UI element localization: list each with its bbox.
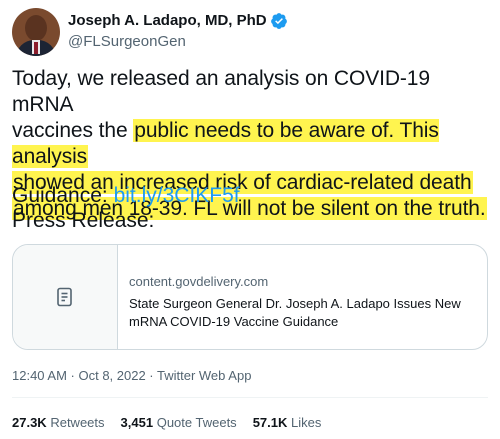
avatar[interactable] <box>12 8 60 56</box>
author-name-row: Joseph A. Ladapo, MD, PhD <box>68 11 288 31</box>
retweets-label: Retweets <box>50 415 105 430</box>
quote-tweets-stat[interactable]: 3,451 Quote Tweets <box>121 415 237 430</box>
tweet-line: vaccines the public needs to be aware of… <box>12 118 490 170</box>
verified-badge-icon <box>270 13 287 29</box>
divider <box>12 397 488 398</box>
retweets-stat[interactable]: 27.3K Retweets <box>12 415 105 430</box>
guidance-line: Guidance: bit.ly/3CIKF5f <box>12 183 240 209</box>
guidance-label: Guidance: <box>12 184 108 207</box>
retweets-count: 27.3K <box>12 415 47 430</box>
quote-tweets-label: Quote Tweets <box>156 415 237 430</box>
avatar-tie <box>34 42 38 54</box>
guidance-link[interactable]: bit.ly/3CIKF5f <box>114 184 240 207</box>
author-name[interactable]: Joseph A. Ladapo, MD, PhD <box>68 11 267 31</box>
card-text: content.govdelivery.com State Surgeon Ge… <box>129 273 479 331</box>
tweet: Joseph A. Ladapo, MD, PhD @FLSurgeonGen … <box>0 0 500 439</box>
tweet-timestamp[interactable]: 12:40 AM · Oct 8, 2022 · Twitter Web App <box>12 368 251 383</box>
tweet-text-plain: Today, we released an analysis on COVID-… <box>12 67 430 116</box>
tweet-line: Today, we released an analysis on COVID-… <box>12 66 490 118</box>
quote-tweets-count: 3,451 <box>120 415 154 430</box>
card-thumbnail <box>13 245 118 349</box>
card-title: State Surgeon General Dr. Joseph A. Lada… <box>129 296 461 329</box>
likes-count: 57.1K <box>252 415 288 430</box>
author-handle[interactable]: @FLSurgeonGen <box>68 32 288 52</box>
likes-label: Likes <box>291 415 322 430</box>
likes-stat[interactable]: 57.1K Likes <box>253 415 322 430</box>
link-preview-card[interactable]: content.govdelivery.com State Surgeon Ge… <box>12 244 488 350</box>
card-domain: content.govdelivery.com <box>129 274 269 289</box>
tweet-stats: 27.3K Retweets 3,451 Quote Tweets 57.1K … <box>12 415 337 430</box>
avatar-face <box>25 15 47 41</box>
tweet-text-plain: vaccines the <box>12 119 134 142</box>
press-release-label: Press Release: <box>12 209 155 232</box>
author-block: Joseph A. Ladapo, MD, PhD @FLSurgeonGen <box>68 11 288 52</box>
document-icon <box>57 287 72 307</box>
